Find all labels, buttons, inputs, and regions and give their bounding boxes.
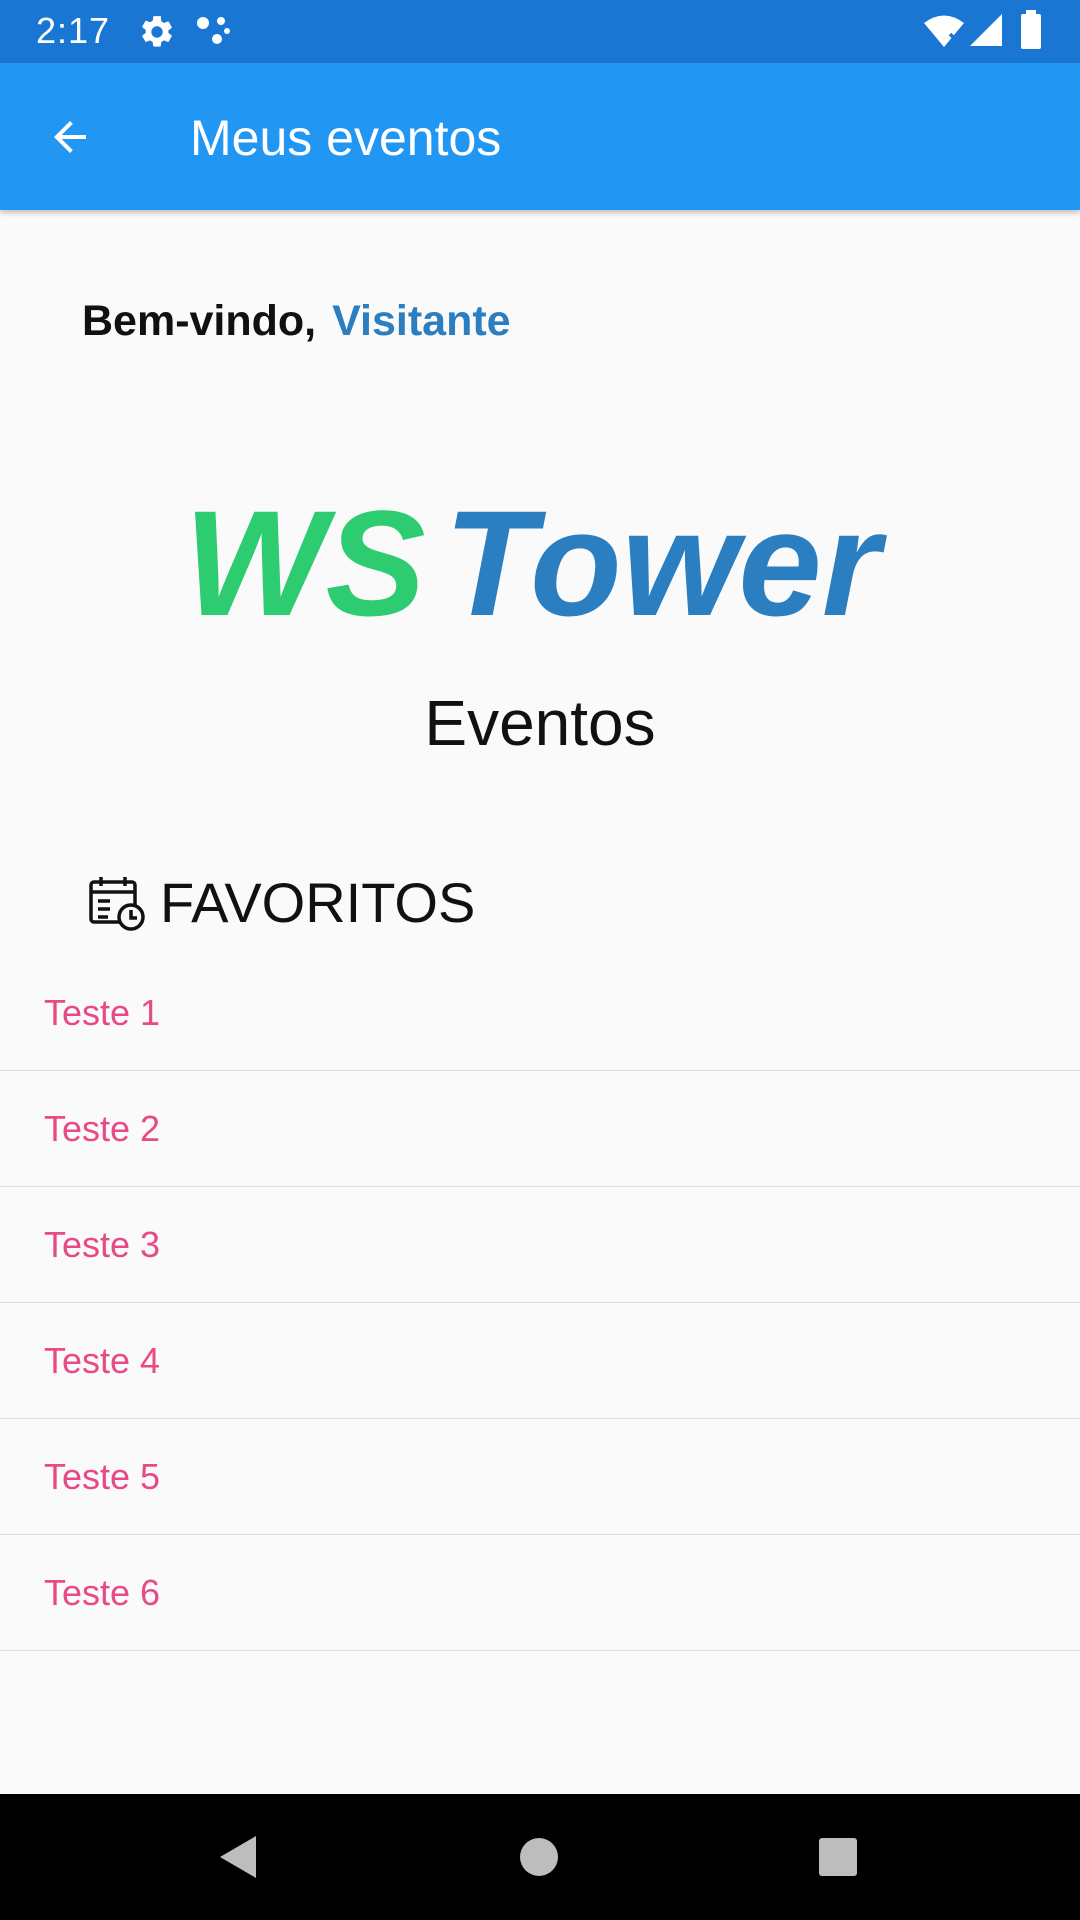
app-bar: Meus eventos <box>0 63 1080 210</box>
nav-recents-button[interactable] <box>808 1827 868 1887</box>
list-item[interactable]: Teste 1 <box>0 955 1080 1071</box>
calendar-clock-icon <box>89 877 145 931</box>
navigation-bar <box>0 1794 1080 1920</box>
nav-back-button[interactable] <box>208 1827 268 1887</box>
battery-icon <box>1021 10 1041 49</box>
status-bar: 2:17 <box>0 0 1080 63</box>
ws-tower-logo: WS Tower <box>184 503 888 623</box>
wifi-icon <box>924 15 964 47</box>
list-item[interactable]: Teste 5 <box>0 1419 1080 1535</box>
logo-text-ws: WS <box>184 503 426 623</box>
list-item[interactable]: Teste 3 <box>0 1187 1080 1303</box>
page-title: Meus eventos <box>190 110 502 166</box>
events-heading: Eventos <box>424 687 656 759</box>
arrow-back-icon <box>54 121 86 153</box>
welcome-message: Bem-vindo, Visitante <box>82 293 511 349</box>
logo-text-tower: Tower <box>444 503 888 623</box>
favorites-list: Teste 1 Teste 2 Teste 3 Teste 4 Teste 5 … <box>0 955 1080 1651</box>
recents-square-icon <box>819 1838 857 1876</box>
back-triangle-icon <box>220 1836 256 1878</box>
signal-icon <box>970 14 1002 46</box>
favorites-label: FAVORITOS <box>160 871 476 934</box>
home-circle-icon <box>520 1838 558 1876</box>
nav-home-button[interactable] <box>509 1827 569 1887</box>
settings-icon <box>142 16 172 47</box>
status-time: 2:17 <box>36 10 111 51</box>
dots-icon <box>197 17 230 44</box>
welcome-greeting: Bem-vindo, <box>82 297 317 345</box>
back-button[interactable] <box>30 105 110 169</box>
list-item[interactable]: Teste 6 <box>0 1535 1080 1651</box>
list-item[interactable]: Teste 4 <box>0 1303 1080 1419</box>
user-name: Visitante <box>332 297 511 345</box>
list-item[interactable]: Teste 2 <box>0 1071 1080 1187</box>
favorites-header: FAVORITOS <box>88 873 475 933</box>
